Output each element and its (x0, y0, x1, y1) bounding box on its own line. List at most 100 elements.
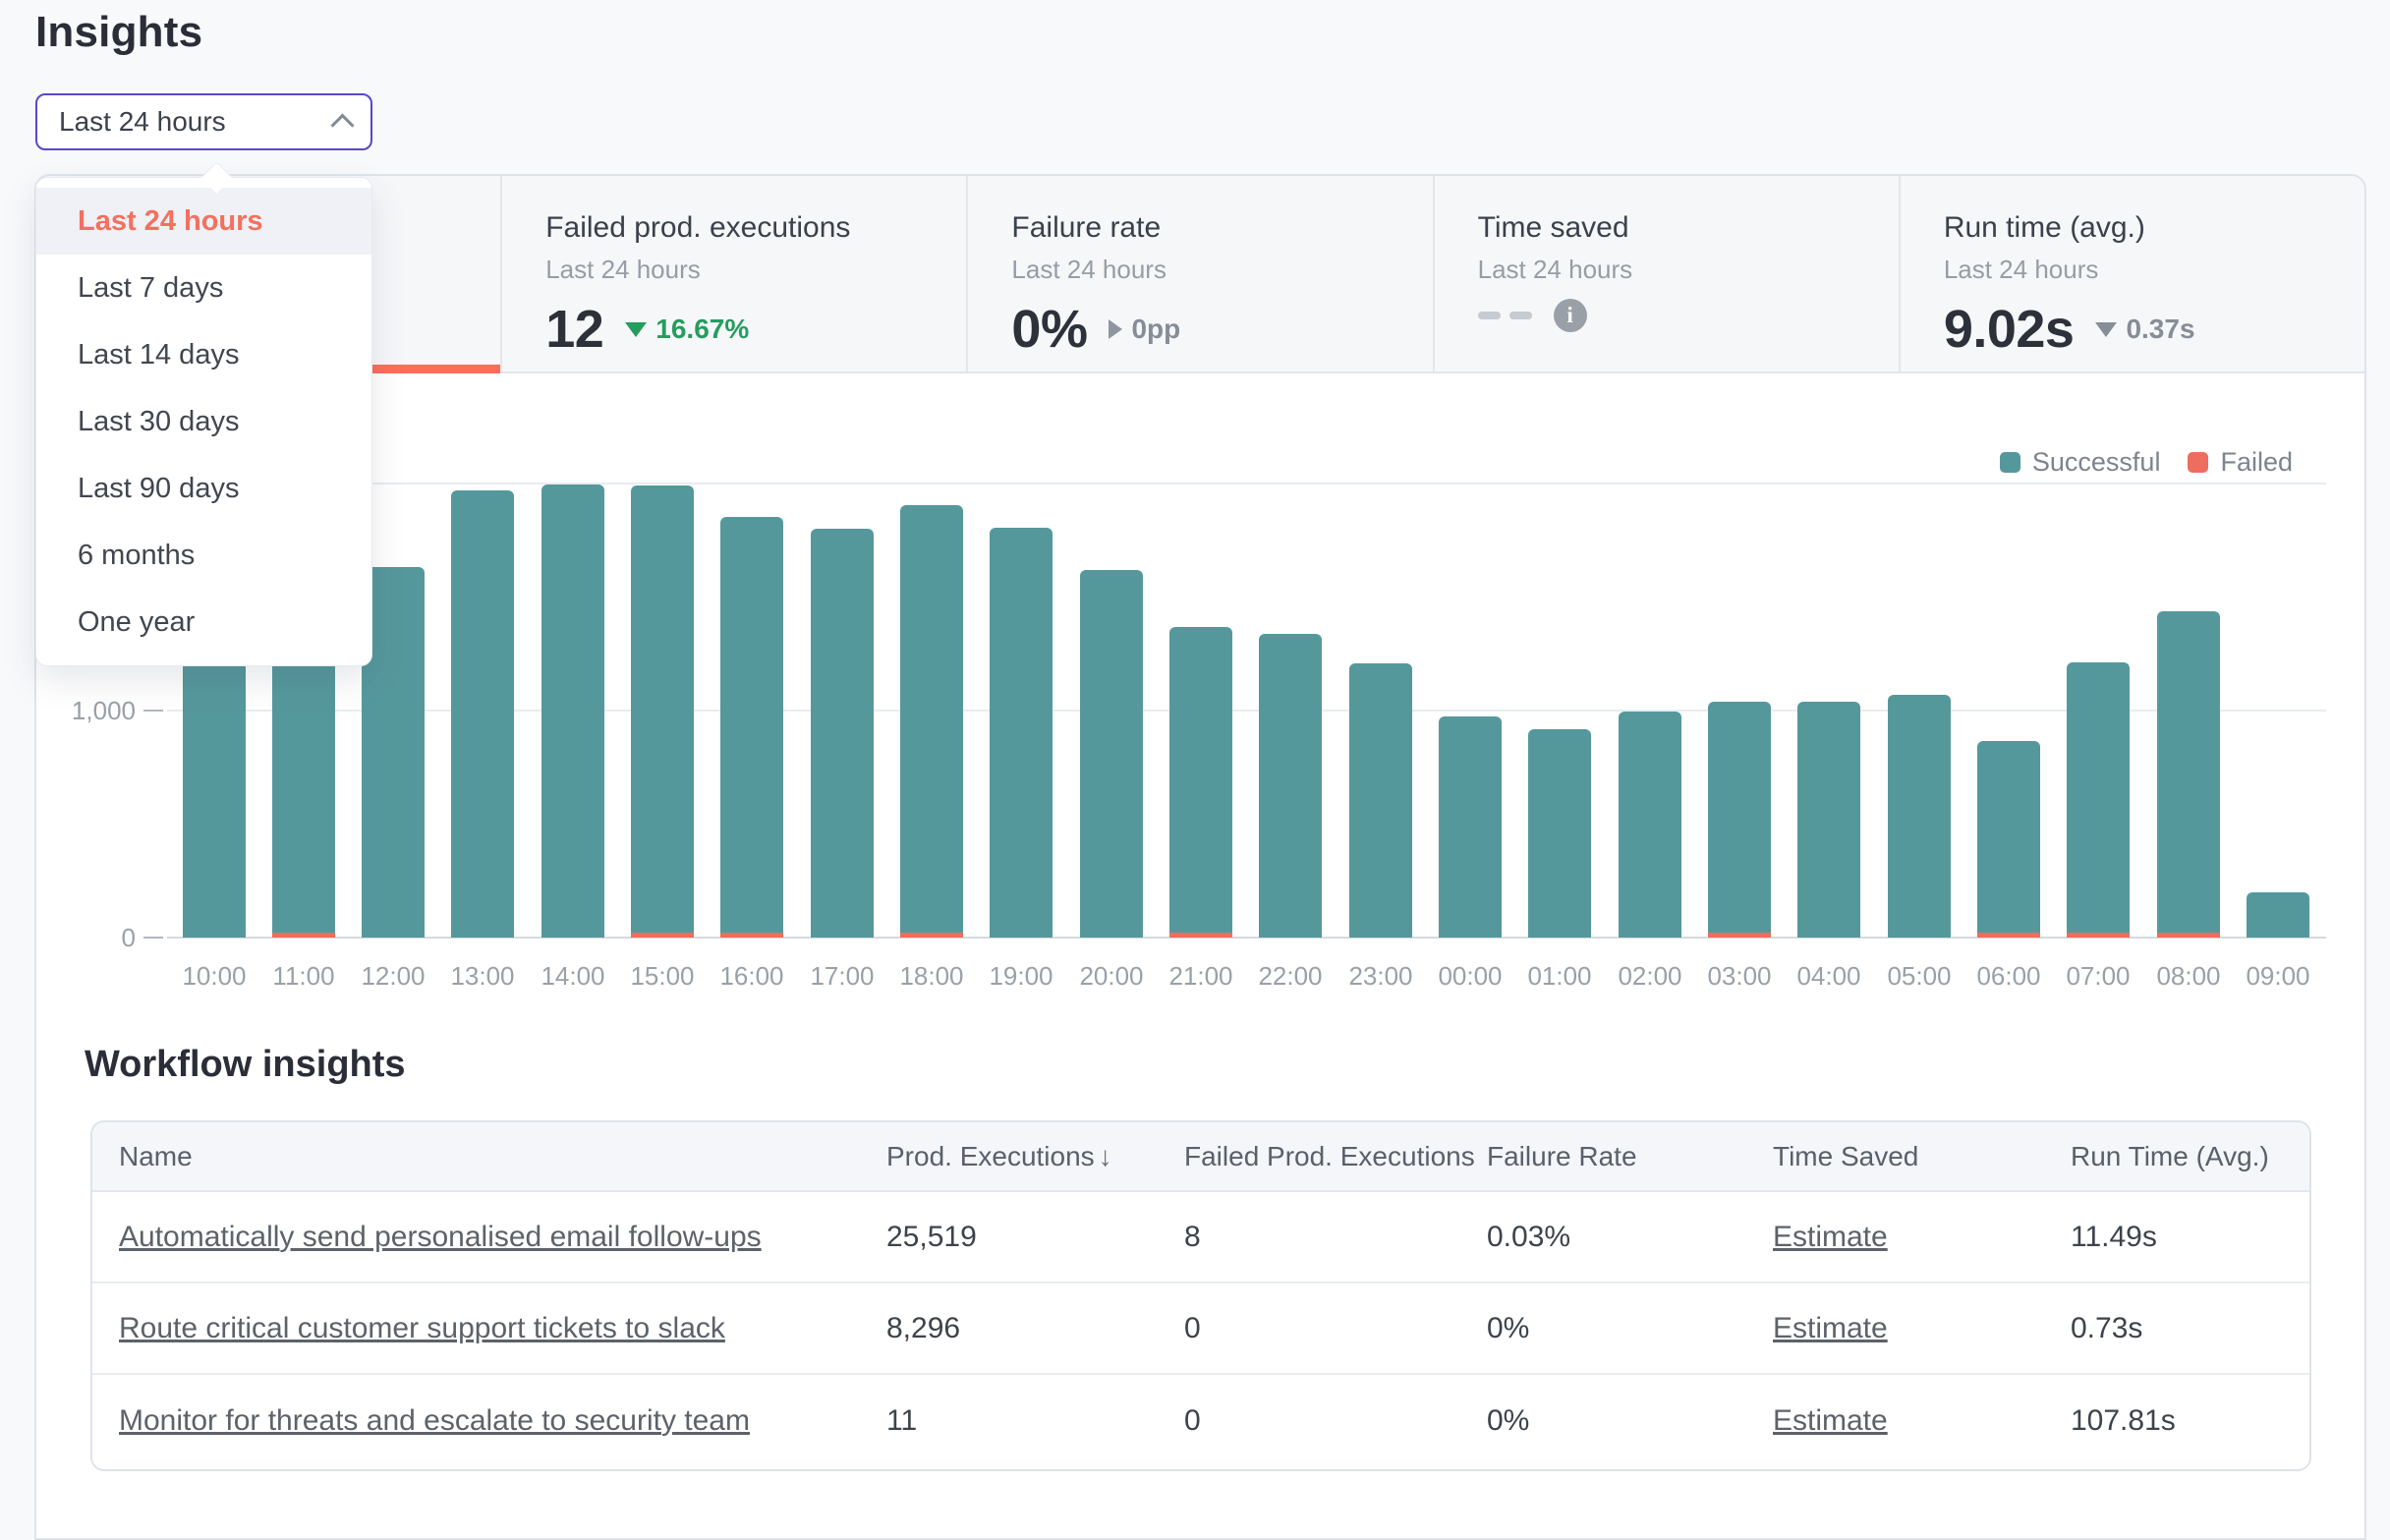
menu-item-one-year[interactable]: One year (36, 589, 371, 656)
bar-failed-segment (900, 933, 963, 938)
bar-01:00[interactable] (1528, 729, 1591, 938)
stat-subtitle: Last 24 hours (1478, 255, 1899, 285)
bar-03:00[interactable] (1708, 702, 1771, 938)
bar-15:00[interactable] (631, 485, 694, 938)
legend-item-failed[interactable]: Failed (2188, 447, 2293, 478)
bar-05:00[interactable] (1888, 695, 1951, 938)
legend-item-successful[interactable]: Successful (2000, 447, 2161, 478)
stat-subtitle: Last 24 hours (1011, 255, 1432, 285)
menu-item-last-24-hours[interactable]: Last 24 hours (36, 188, 371, 255)
prod-executions-cell: 8,296 (886, 1312, 1184, 1345)
time-range-dropdown-menu: Last 24 hoursLast 7 daysLast 14 daysLast… (35, 177, 372, 666)
info-icon[interactable]: i (1554, 299, 1587, 332)
stat-card-failure-rate[interactable]: Failure rateLast 24 hours0%0pp (968, 176, 1434, 371)
stat-delta: 16.67% (625, 314, 749, 345)
stat-delta: 0.37s (2095, 314, 2194, 345)
bar-08:00[interactable] (2157, 611, 2220, 938)
menu-item-last-30-days[interactable]: Last 30 days (36, 388, 371, 455)
stat-subtitle: Last 24 hours (1944, 255, 2364, 285)
bar-failed-segment (631, 933, 694, 938)
chevron-up-icon (330, 113, 354, 137)
bar-failed-segment (2067, 933, 2130, 938)
bar-failed-segment (720, 933, 783, 938)
failure-rate-cell: 0% (1487, 1404, 1773, 1438)
bar-06:00[interactable] (1977, 741, 2040, 938)
failure-rate-cell: 0.03% (1487, 1221, 1773, 1254)
bar-14:00[interactable] (541, 485, 604, 938)
bar-failed-segment (1169, 933, 1232, 938)
table-row: Monitor for threats and escalate to secu… (92, 1375, 2309, 1466)
failed-prod-executions-cell: 0 (1184, 1312, 1487, 1345)
bar-00:00[interactable] (1439, 716, 1502, 938)
prod-executions-cell: 11 (886, 1404, 1184, 1438)
bar-10:00[interactable] (183, 652, 246, 938)
delta-value: 0pp (1131, 314, 1180, 345)
bar-failed-segment (1708, 933, 1771, 938)
delta-down-triangle-icon (625, 322, 647, 337)
bar-07:00[interactable] (2067, 662, 2130, 938)
menu-item-6-months[interactable]: 6 months (36, 522, 371, 589)
run-time-avg-cell: 107.81s (2071, 1404, 2309, 1438)
stat-card-run-time-avg[interactable]: Run time (avg.) Last 24 hours 9.02s 0.37s (1901, 176, 2364, 371)
stat-value: 0% (1011, 299, 1087, 360)
time-saved-estimate-link[interactable]: Estimate (1773, 1404, 2071, 1438)
bar-04:00[interactable] (1797, 702, 1860, 938)
sort-desc-icon: ↓ (1099, 1141, 1112, 1171)
table-row: Route critical customer support tickets … (92, 1283, 2309, 1375)
run-time-avg-cell: 11.49s (2071, 1221, 2309, 1254)
column-header-failure-rate[interactable]: Failure Rate (1487, 1141, 1773, 1172)
stat-title: Run time (avg.) (1944, 211, 2364, 245)
prod-executions-cell: 25,519 (886, 1221, 1184, 1254)
bar-failed-segment (1977, 933, 2040, 938)
menu-item-last-7-days[interactable]: Last 7 days (36, 255, 371, 321)
bar-09:00[interactable] (2247, 892, 2309, 938)
menu-item-last-14-days[interactable]: Last 14 days (36, 321, 371, 388)
stats-row: Failed prod. executionsLast 24 hours1216… (36, 176, 2364, 373)
legend-label: Failed (2220, 447, 2293, 478)
column-header-run-time-avg-[interactable]: Run Time (Avg.) (2071, 1141, 2309, 1172)
workflow-insights-title: Workflow insights (85, 1044, 406, 1086)
bar-20:00[interactable] (1080, 570, 1143, 938)
time-saved-estimate-link[interactable]: Estimate (1773, 1312, 2071, 1345)
bar-02:00[interactable] (1619, 712, 1681, 938)
bar-16:00[interactable] (720, 517, 783, 938)
bar-failed-segment (272, 933, 335, 938)
stat-subtitle: Last 24 hours (545, 255, 966, 285)
failed-prod-executions-cell: 8 (1184, 1221, 1487, 1254)
stat-value-empty (1478, 312, 1532, 319)
table-row: Automatically send personalised email fo… (92, 1192, 2309, 1283)
stat-title: Time saved (1478, 211, 1899, 245)
column-header-time-saved[interactable]: Time Saved (1773, 1141, 2071, 1172)
bar-21:00[interactable] (1169, 627, 1232, 938)
delta-down-triangle-icon (2095, 322, 2117, 337)
insights-page: { "page": { "title": "Insights" }, "time… (0, 0, 2390, 1474)
time-saved-estimate-link[interactable]: Estimate (1773, 1221, 2071, 1254)
delta-value: 16.67% (655, 314, 749, 345)
failed-prod-executions-cell: 0 (1184, 1404, 1487, 1438)
bar-13:00[interactable] (451, 490, 514, 938)
column-header-name[interactable]: Name (119, 1141, 886, 1172)
column-header-failed-prod-executions[interactable]: Failed Prod. Executions (1184, 1141, 1487, 1172)
bar-23:00[interactable] (1349, 663, 1412, 938)
page-title: Insights (35, 8, 202, 57)
workflow-name-link[interactable]: Route critical customer support tickets … (119, 1312, 886, 1345)
stat-card-failed-prod-executions[interactable]: Failed prod. executionsLast 24 hours1216… (502, 176, 968, 371)
column-header-prod-executions[interactable]: Prod. Executions↓ (886, 1141, 1184, 1172)
workflow-name-link[interactable]: Monitor for threats and escalate to secu… (119, 1404, 886, 1438)
menu-item-last-90-days[interactable]: Last 90 days (36, 455, 371, 522)
delta-value: 0.37s (2126, 314, 2194, 345)
stat-card-time-saved[interactable]: Time saved Last 24 hours i (1435, 176, 1901, 371)
workflow-name-link[interactable]: Automatically send personalised email fo… (119, 1221, 886, 1254)
legend-swatch (2000, 452, 2020, 473)
bar-11:00[interactable] (272, 643, 335, 938)
stat-title: Failed prod. executions (545, 211, 966, 245)
failure-rate-cell: 0% (1487, 1312, 1773, 1345)
delta-right-triangle-icon (1109, 319, 1122, 339)
bar-22:00[interactable] (1259, 634, 1322, 938)
bar-17:00[interactable] (811, 529, 874, 938)
bar-18:00[interactable] (900, 505, 963, 938)
bar-19:00[interactable] (990, 528, 1053, 938)
time-range-select[interactable]: Last 24 hours (35, 93, 372, 150)
run-time-avg-cell: 0.73s (2071, 1312, 2309, 1345)
stat-value: 9.02s (1944, 299, 2075, 360)
